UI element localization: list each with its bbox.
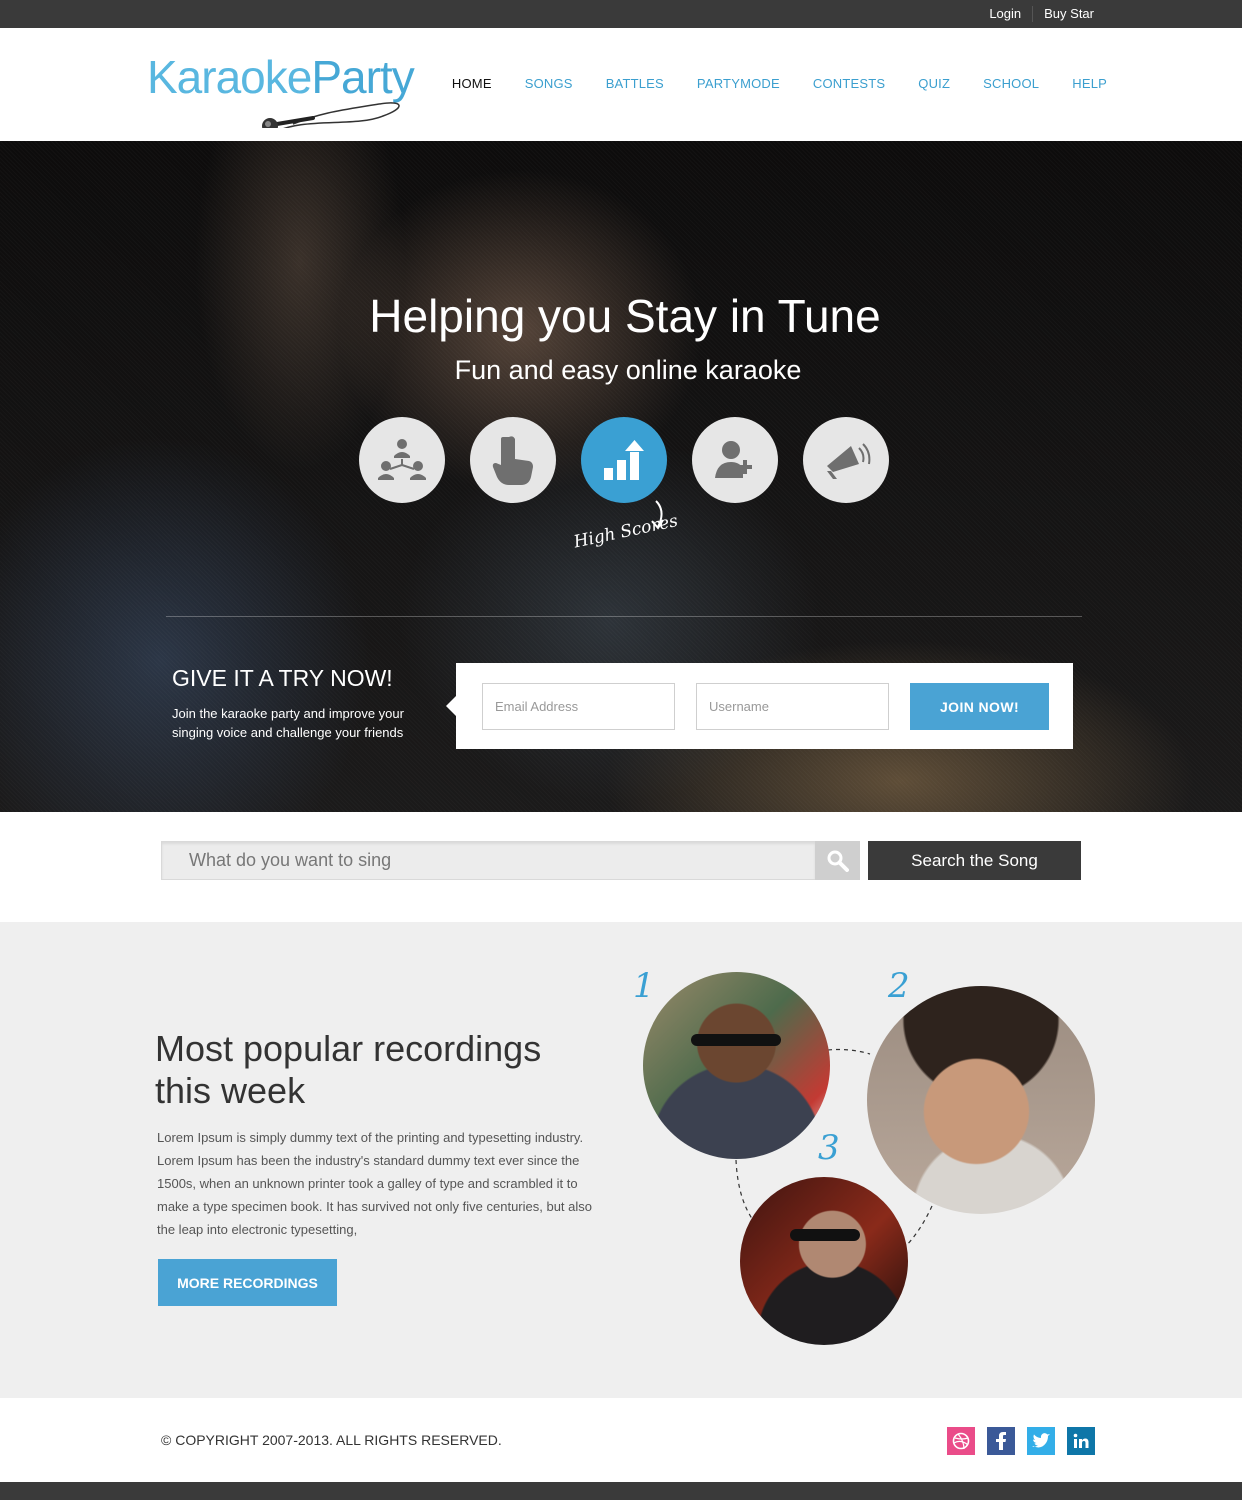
top-utility-bar: Login Buy Star bbox=[0, 0, 1242, 28]
popular-recordings-section: Most popular recordings this week Lorem … bbox=[0, 922, 1242, 1398]
dribbble-icon[interactable] bbox=[947, 1427, 975, 1455]
login-link[interactable]: Login bbox=[978, 0, 1032, 28]
popular-title: Most popular recordings this week bbox=[155, 1028, 542, 1111]
site-footer: © COPYRIGHT 2007-2013. ALL RIGHTS RESERV… bbox=[0, 1398, 1242, 1482]
account-links: Login Buy Star bbox=[978, 0, 1105, 28]
buy-star-link[interactable]: Buy Star bbox=[1033, 0, 1105, 28]
email-field[interactable] bbox=[482, 683, 675, 730]
high-scores-label: High Scores bbox=[572, 511, 680, 553]
rank-number: 2 bbox=[888, 966, 910, 1006]
bottom-bar bbox=[0, 1482, 1242, 1500]
nav-partymode[interactable]: PARTYMODE bbox=[697, 76, 780, 91]
nav-battles[interactable]: BATTLES bbox=[606, 76, 664, 91]
karaoke-party-logo[interactable]: KaraokeParty bbox=[143, 46, 415, 128]
third-singer-avatar[interactable] bbox=[740, 1177, 908, 1345]
song-search-bar: Search the Song bbox=[0, 812, 1242, 922]
try-text: Join the karaoke party and improve your … bbox=[172, 706, 404, 740]
nav-contests[interactable]: CONTESTS bbox=[813, 76, 885, 91]
hero-subtitle: Fun and easy online karaoke bbox=[454, 355, 802, 385]
nav-quiz[interactable]: QUIZ bbox=[918, 76, 950, 91]
join-now-button[interactable]: JOIN NOW! bbox=[910, 683, 1049, 730]
hero-section: Helping you Stay in Tune Fun and easy on… bbox=[0, 141, 1242, 812]
copyright-text: © COPYRIGHT 2007-2013. ALL RIGHTS RESERV… bbox=[161, 1432, 502, 1448]
add-user-icon[interactable] bbox=[692, 417, 778, 503]
microphone-icon bbox=[262, 102, 400, 128]
rank-number: 3 bbox=[818, 1128, 840, 1168]
search-song-button[interactable]: Search the Song bbox=[868, 841, 1081, 880]
hero-divider bbox=[166, 616, 1082, 617]
facebook-icon[interactable] bbox=[987, 1427, 1015, 1455]
username-field[interactable] bbox=[696, 683, 889, 730]
nav-home[interactable]: HOME bbox=[452, 76, 492, 91]
search-icon[interactable] bbox=[815, 841, 860, 880]
search-input[interactable] bbox=[161, 841, 815, 880]
top-singer-avatar[interactable] bbox=[643, 972, 830, 1159]
sunglasses bbox=[790, 1229, 860, 1241]
feature-icons bbox=[359, 417, 889, 503]
twitter-icon[interactable] bbox=[1027, 1427, 1055, 1455]
sunglasses bbox=[691, 1034, 781, 1046]
nav-school[interactable]: SCHOOL bbox=[983, 76, 1039, 91]
nav-songs[interactable]: SONGS bbox=[525, 76, 573, 91]
rank-number: 1 bbox=[633, 966, 655, 1006]
megaphone-icon[interactable] bbox=[803, 417, 889, 503]
linkedin-icon[interactable] bbox=[1067, 1427, 1095, 1455]
main-nav: HOME SONGS BATTLES PARTYMODE CONTESTS QU… bbox=[419, 76, 1107, 91]
second-singer-avatar[interactable] bbox=[867, 986, 1095, 1214]
social-links bbox=[947, 1427, 1095, 1455]
popular-description: Lorem Ipsum is simply dummy text of the … bbox=[157, 1130, 593, 1237]
hero-title: Helping you Stay in Tune bbox=[369, 290, 881, 342]
nav-help[interactable]: HELP bbox=[1072, 76, 1107, 91]
people-network-icon[interactable] bbox=[359, 417, 445, 503]
bar-chart-icon[interactable] bbox=[581, 417, 667, 503]
try-title: GIVE IT A TRY NOW! bbox=[172, 665, 393, 691]
more-recordings-button[interactable]: MORE RECORDINGS bbox=[158, 1259, 337, 1306]
site-header: KaraokeParty HOME SONGS BATTLES PARTYMOD… bbox=[0, 28, 1242, 141]
signup-form: JOIN NOW! bbox=[446, 663, 1073, 749]
hand-pointer-icon[interactable] bbox=[470, 417, 556, 503]
